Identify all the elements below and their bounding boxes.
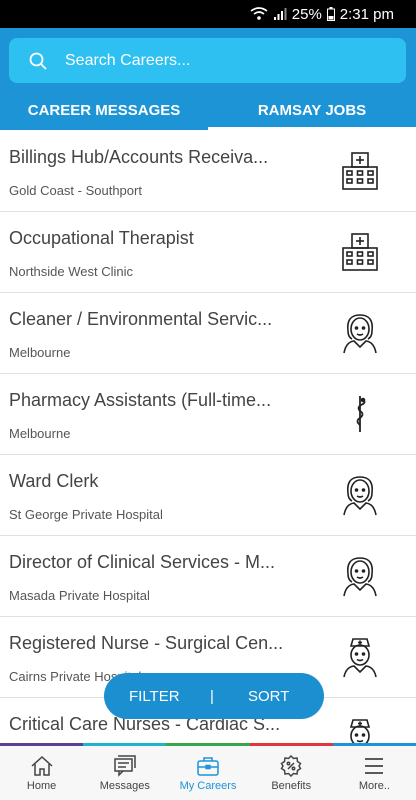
nav-home[interactable]: Home [0,746,83,800]
nav-label: My Careers [179,779,237,792]
signal-icon [273,8,287,20]
filter-button[interactable]: FILTER [129,688,180,705]
search-icon [29,52,47,70]
job-location: Gold Coast - Southport [9,183,142,198]
job-title: Cleaner / Environmental Servic... [9,309,273,329]
search-input[interactable] [65,51,365,70]
list-item[interactable]: Director of Clinical Services - M... Mas… [0,536,416,617]
job-location: Melbourne [9,426,71,441]
job-title: Director of Clinical Services - M... [9,552,276,572]
job-location: Melbourne [9,345,71,360]
job-location: Masada Private Hospital [9,588,150,603]
job-title: Pharmacy Assistants (Full-time... [9,390,272,410]
benefits-icon [280,754,302,777]
tab-bar: CAREER MESSAGES RAMSAY JOBS [0,90,416,130]
messages-icon [114,754,136,777]
job-title: Ward Clerk [9,471,99,491]
hospital-icon [342,233,378,271]
list-item[interactable]: Occupational Therapist Northside West Cl… [0,212,416,293]
nav-benefits[interactable]: Benefits [250,746,333,800]
list-item[interactable]: Pharmacy Assistants (Full-time... Melbou… [0,374,416,455]
bottom-nav: Home Messages My Careers Benefits More.. [0,746,416,800]
wifi-icon [250,7,268,20]
clock: 2:31 pm [339,5,394,23]
nurse-icon [343,638,377,678]
nav-label: Home [26,779,57,792]
tab-career-messages[interactable]: CAREER MESSAGES [0,90,208,130]
hospital-icon [342,152,378,190]
filter-sort-bar: FILTER | SORT [104,673,324,719]
search-bar[interactable] [9,38,406,83]
job-title: Occupational Therapist [9,228,194,248]
divider: | [210,687,214,705]
nav-my-careers[interactable]: My Careers [166,746,249,800]
list-item[interactable]: Cleaner / Environmental Servic... Melbou… [0,293,416,374]
nav-more[interactable]: More.. [333,746,416,800]
home-icon [31,755,53,776]
nav-label: More.. [358,779,390,792]
briefcase-icon [197,756,219,776]
nav-label: Benefits [271,779,312,792]
nav-messages[interactable]: Messages [83,746,166,800]
job-location: St George Private Hospital [9,507,163,522]
status-bar: 25% 2:31 pm [0,0,416,28]
tab-ramsay-jobs[interactable]: RAMSAY JOBS [208,90,416,130]
staff-icon [343,557,377,597]
job-list: Billings Hub/Accounts Receiva... Gold Co… [0,131,416,743]
job-title: Billings Hub/Accounts Receiva... [9,147,269,167]
job-location: Northside West Clinic [9,264,134,279]
nurse-icon [349,719,371,743]
job-title: Registered Nurse - Surgical Cen... [9,633,284,653]
staff-icon [343,476,377,516]
header: CAREER MESSAGES RAMSAY JOBS [0,28,416,130]
sort-button[interactable]: SORT [248,688,289,705]
staff-icon [343,314,377,354]
menu-icon [365,757,384,774]
nav-label: Messages [99,779,150,792]
list-item[interactable]: Billings Hub/Accounts Receiva... Gold Co… [0,131,416,212]
battery-percent: 25% [291,5,322,23]
caduceus-icon [356,396,366,432]
list-item[interactable]: Ward Clerk St George Private Hospital [0,455,416,536]
battery-icon [326,7,335,21]
